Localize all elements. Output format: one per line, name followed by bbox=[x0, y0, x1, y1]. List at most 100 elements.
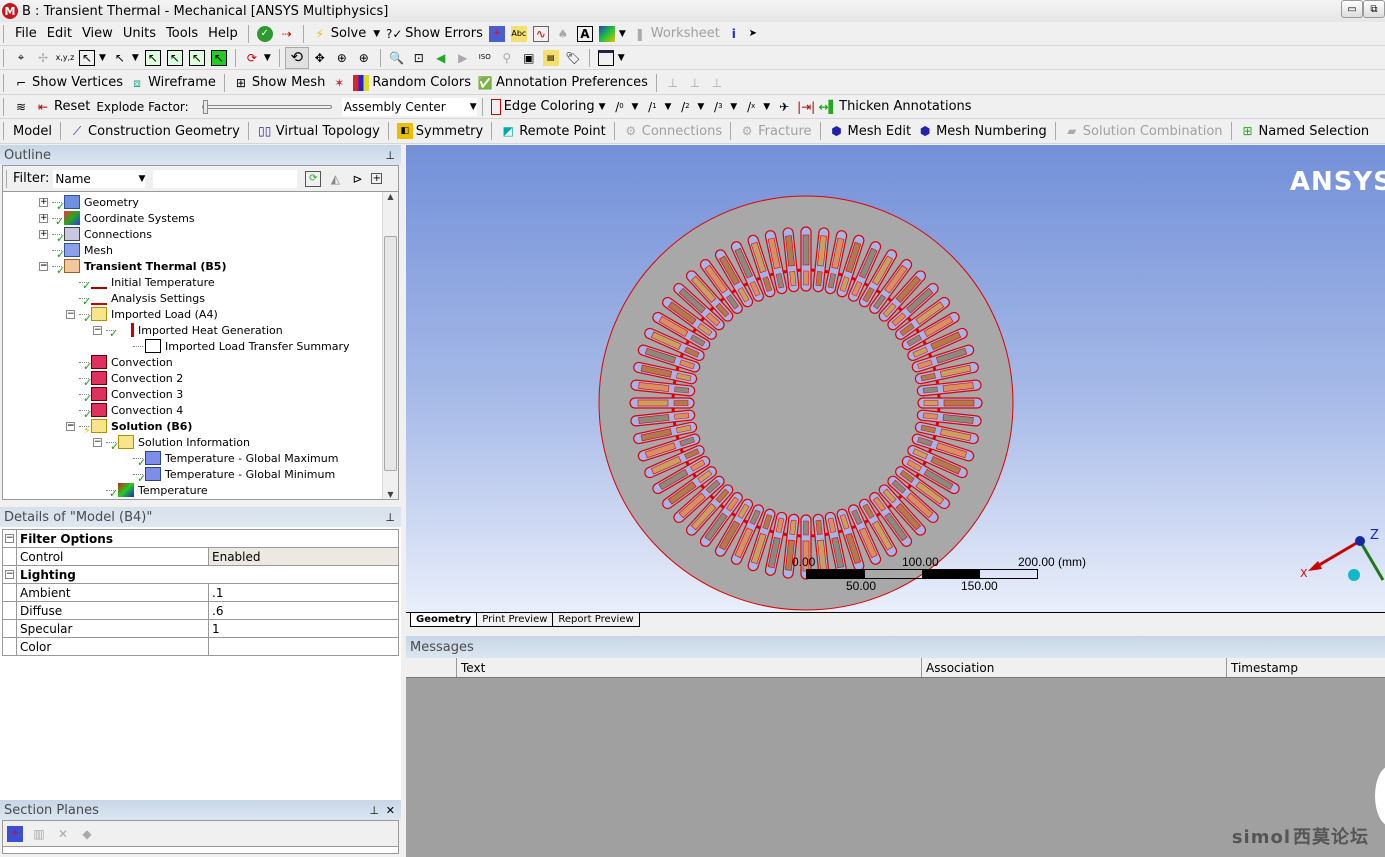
tree-item[interactable]: − ✓ Imported Load (A4) bbox=[66, 306, 218, 325]
update-button[interactable]: ✓ bbox=[254, 23, 276, 45]
pin-button[interactable]: ✈ bbox=[773, 96, 795, 118]
tree-item[interactable]: ✓ Temperature - Global Maximum bbox=[120, 450, 338, 469]
tree-item[interactable]: ✓ Convection bbox=[66, 354, 173, 373]
annotation-preferences-button[interactable]: ✅ Annotation Preferences bbox=[474, 72, 651, 94]
explode-factor-slider[interactable] bbox=[201, 99, 332, 114]
detail-row-color[interactable]: Color bbox=[3, 638, 398, 656]
label-button[interactable]: 🏷 bbox=[562, 47, 584, 69]
solve-button[interactable]: ⚡ Solve bbox=[309, 23, 370, 45]
display-button[interactable]: ▣ bbox=[518, 47, 540, 69]
edge-0-button[interactable]: /0 ▼ bbox=[609, 96, 642, 118]
mesh-edit-button[interactable]: ⬢ Mesh Edit bbox=[826, 120, 915, 142]
column-text[interactable]: Text bbox=[457, 658, 922, 677]
rotate-button[interactable]: ⟲ bbox=[284, 46, 309, 69]
filter-node-icon[interactable]: ⊳ bbox=[349, 171, 365, 187]
tree-item[interactable]: − ✓ Solution Information bbox=[93, 434, 250, 453]
select-body-button[interactable]: ↖ bbox=[208, 47, 230, 69]
tree-item[interactable]: ✓ Analysis Settings bbox=[66, 290, 205, 308]
pin-icon[interactable]: ⊥ bbox=[385, 149, 395, 162]
transfer-button[interactable]: ⇢ bbox=[276, 23, 298, 45]
expand-icon[interactable]: + bbox=[39, 197, 48, 207]
tree-item[interactable]: ✓ Convection 2 bbox=[66, 370, 183, 389]
new-section-plane-icon[interactable]: + bbox=[7, 825, 23, 842]
close-icon[interactable]: ✕ bbox=[386, 804, 395, 817]
remote-point-button[interactable]: ◩ Remote Point bbox=[497, 120, 609, 142]
previous-view-button[interactable]: ◀ bbox=[430, 47, 452, 69]
hide-button[interactable]: ⚲ bbox=[496, 47, 518, 69]
named-selection-button[interactable]: ⊞ Named Selection bbox=[1237, 120, 1373, 142]
select-xyz-button[interactable]: x,y,z bbox=[54, 47, 76, 69]
tab-geometry[interactable]: Geometry bbox=[410, 613, 478, 627]
pin-icon[interactable]: ⊥ bbox=[369, 804, 379, 817]
solve-dropdown[interactable]: ▼ bbox=[369, 23, 383, 45]
collapse-icon[interactable]: − bbox=[39, 261, 48, 271]
comment-button[interactable]: ♠ bbox=[552, 23, 574, 45]
extend-selection-button[interactable]: ⟳ ▼ bbox=[241, 47, 274, 69]
tab-report-preview[interactable]: Report Preview bbox=[552, 613, 640, 627]
expand-all-icon[interactable]: + bbox=[371, 173, 383, 184]
scroll-up-icon[interactable]: ▲ bbox=[383, 192, 398, 201]
select-type-button[interactable]: ↖ ▼ bbox=[76, 47, 109, 69]
scroll-thumb[interactable] bbox=[384, 236, 397, 471]
edge-2-button[interactable]: /2 ▼ bbox=[674, 96, 707, 118]
viewport-layout-button[interactable]: ▼ bbox=[595, 47, 628, 69]
collapse-icon[interactable]: − bbox=[66, 421, 75, 431]
slider-thumb[interactable] bbox=[202, 99, 208, 114]
collapse-icon[interactable]: − bbox=[5, 534, 14, 543]
show-mesh-button[interactable]: ⊞ Show Mesh bbox=[230, 72, 328, 94]
new-section-plane-button[interactable]: + bbox=[486, 23, 508, 45]
filter-search-input[interactable] bbox=[153, 169, 298, 188]
thin-annotations-button[interactable]: |⇥| bbox=[795, 96, 817, 118]
box-zoom-button[interactable]: ⊕ bbox=[353, 47, 375, 69]
wireframe-button[interactable]: ⧈ Wireframe bbox=[126, 72, 219, 94]
axis-button-3[interactable]: ⊥ bbox=[706, 72, 728, 94]
delete-icon[interactable]: ✕ bbox=[55, 826, 71, 842]
connections-button[interactable]: ⚙ Connections bbox=[620, 120, 725, 142]
tree-item[interactable]: ✓ Convection 4 bbox=[66, 402, 183, 421]
tree-item[interactable]: ✓ Mesh bbox=[39, 242, 113, 261]
tree-item[interactable]: − ✓ Imported Heat Generation bbox=[93, 322, 283, 340]
show-errors-button[interactable]: ?✓ Show Errors bbox=[383, 23, 486, 45]
tree-item[interactable]: Imported Load Transfer Summary bbox=[120, 338, 350, 354]
expand-icon[interactable]: + bbox=[39, 229, 48, 239]
select-vertex-button[interactable]: ↖ bbox=[142, 47, 164, 69]
eraser-icon[interactable]: ◭ bbox=[327, 171, 343, 187]
menu-file[interactable]: File bbox=[10, 26, 42, 41]
tree-item[interactable]: ✓ Convection 3 bbox=[66, 386, 183, 405]
column-timestamp[interactable]: Timestamp bbox=[1227, 658, 1385, 677]
detail-row-control[interactable]: Control Enabled bbox=[3, 548, 398, 566]
select-face-button[interactable]: ↖ bbox=[186, 47, 208, 69]
detail-row-diffuse[interactable]: Diffuse .6 bbox=[3, 602, 398, 620]
select-edge-button[interactable]: ↖ bbox=[164, 47, 186, 69]
scroll-down-icon[interactable]: ▼ bbox=[383, 490, 398, 499]
thicken-annotations-button[interactable]: ↔▌ Thicken Annotations bbox=[817, 96, 974, 118]
group-lighting[interactable]: − Lighting bbox=[3, 566, 398, 584]
triad-button[interactable]: ✶ bbox=[328, 72, 350, 94]
ruler-button[interactable]: ▤ bbox=[540, 47, 562, 69]
iso-view-button[interactable]: ISO bbox=[474, 47, 496, 69]
worksheet-button[interactable]: ❚ Worksheet bbox=[629, 23, 723, 45]
collapse-icon[interactable]: − bbox=[5, 570, 14, 579]
text-button[interactable]: A bbox=[574, 23, 596, 45]
filter-select[interactable]: Name ▼ bbox=[53, 169, 146, 188]
tree-item[interactable]: ✓ Temperature - Global Minimum bbox=[120, 466, 335, 485]
zoom-to-fit-button[interactable]: 🔍 bbox=[386, 47, 408, 69]
select-mode-button[interactable]: ⌖ bbox=[10, 47, 32, 69]
axis-triad[interactable]: X Z bbox=[1298, 525, 1385, 595]
restore-button[interactable]: ⧉ bbox=[1363, 0, 1385, 18]
edge-3-button[interactable]: /3 ▼ bbox=[707, 96, 740, 118]
explode-button[interactable]: ≋ bbox=[10, 96, 32, 118]
tree-item[interactable]: − ⚡ Solution (B6) bbox=[66, 418, 192, 437]
collapse-icon[interactable]: − bbox=[66, 309, 75, 319]
refresh-icon[interactable]: ⟳ bbox=[305, 170, 322, 187]
show-section-icon[interactable]: ◆ bbox=[79, 826, 95, 842]
axis-button-2[interactable]: ⊥ bbox=[684, 72, 706, 94]
expand-icon[interactable]: + bbox=[39, 213, 48, 223]
tree-item[interactable]: + ✓ Geometry bbox=[39, 194, 139, 213]
collapse-icon[interactable]: − bbox=[93, 325, 102, 335]
tree-item[interactable]: − ✓ Transient Thermal (B5) bbox=[39, 258, 226, 277]
edge-x-button[interactable]: / x ▼ bbox=[740, 96, 773, 118]
symmetry-button[interactable]: ◧ Symmetry bbox=[394, 120, 486, 142]
solution-combination-button[interactable]: ▰ Solution Combination bbox=[1061, 120, 1226, 142]
detail-row-ambient[interactable]: Ambient .1 bbox=[3, 584, 398, 602]
